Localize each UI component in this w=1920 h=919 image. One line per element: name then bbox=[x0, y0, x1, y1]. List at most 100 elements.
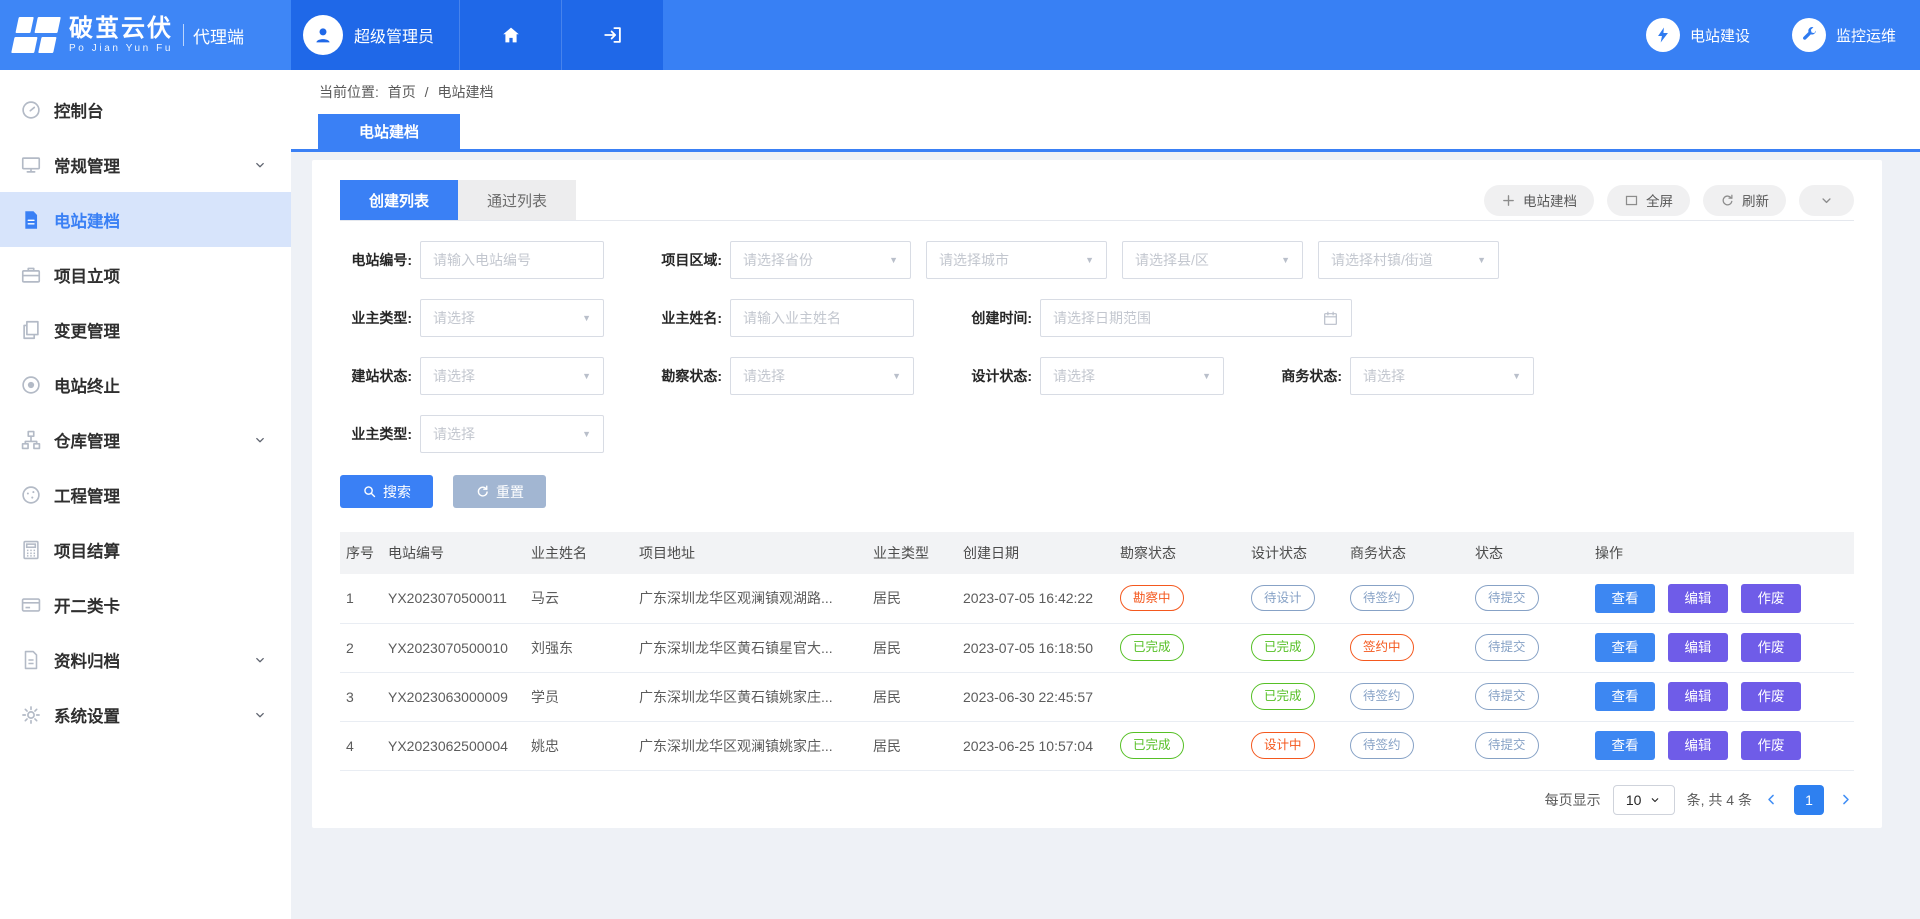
sidebar-item-data-archive[interactable]: 资料归档 bbox=[0, 632, 291, 687]
design-status-select[interactable]: 请选择▼ bbox=[1040, 357, 1224, 395]
view-button[interactable]: 查看 bbox=[1595, 633, 1655, 662]
view-button[interactable]: 查看 bbox=[1595, 731, 1655, 760]
filter-group: 设计状态:请选择▼ bbox=[960, 357, 1224, 395]
status-badge: 设计中 bbox=[1251, 732, 1315, 758]
logo: 破茧云伏 Po Jian Yun Fu 代理端 bbox=[0, 0, 291, 70]
view-button[interactable]: 查看 bbox=[1595, 682, 1655, 711]
void-button[interactable]: 作废 bbox=[1741, 731, 1801, 760]
topbar-action-monitor-ops[interactable]: 监控运维 bbox=[1792, 18, 1896, 52]
sidebar-item-station-archive[interactable]: 电站建档 bbox=[0, 192, 291, 247]
project-region-select-1[interactable]: 请选择省份▼ bbox=[730, 241, 911, 279]
filter-group: 项目区域:请选择省份▼请选择城市▼请选择县/区▼请选择村镇/街道▼ bbox=[650, 241, 1499, 279]
reset-button-label: 重置 bbox=[496, 482, 524, 502]
sidebar-item-label: 项目立项 bbox=[54, 263, 120, 287]
refresh-button[interactable]: 刷新 bbox=[1703, 185, 1786, 216]
status-badge: 已完成 bbox=[1120, 732, 1184, 758]
sidebar-item-station-termination[interactable]: 电站终止 bbox=[0, 357, 291, 412]
owner-type-select[interactable]: 请选择▼ bbox=[420, 299, 604, 337]
filter-row: 建站状态:请选择▼勘察状态:请选择▼设计状态:请选择▼商务状态:请选择▼ bbox=[340, 357, 1854, 395]
filter-group: 创建时间: 请选择日期范围 bbox=[960, 299, 1352, 337]
search-button[interactable]: 搜索 bbox=[340, 475, 433, 508]
add-station-button[interactable]: 电站建档 bbox=[1484, 185, 1594, 216]
sidebar-item-warehouse-management[interactable]: 仓库管理 bbox=[0, 412, 291, 467]
filter-group: 建站状态:请选择▼ bbox=[340, 357, 604, 395]
edit-button[interactable]: 编辑 bbox=[1668, 731, 1728, 760]
station-code-input[interactable] bbox=[420, 241, 604, 279]
user-menu[interactable]: 超级管理员 bbox=[291, 0, 459, 70]
owner-type-select-2[interactable]: 请选择▼ bbox=[420, 415, 604, 453]
cell-survey-status: 已完成 bbox=[1114, 721, 1245, 770]
sidebar-item-engineering-management[interactable]: 工程管理 bbox=[0, 467, 291, 522]
cell-project-address: 广东深圳龙华区黄石镇星官大... bbox=[633, 623, 867, 672]
next-page-button[interactable] bbox=[1838, 792, 1854, 808]
dropdown-arrow-icon: ▼ bbox=[1085, 255, 1094, 265]
sidebar-item-project-settlement[interactable]: 项目结算 bbox=[0, 522, 291, 577]
filter-group: 勘察状态:请选择▼ bbox=[650, 357, 914, 395]
home-button[interactable] bbox=[459, 0, 561, 70]
collapse-button[interactable] bbox=[1799, 185, 1854, 216]
sidebar-item-second-type-card[interactable]: 开二类卡 bbox=[0, 577, 291, 632]
sidebar-item-console[interactable]: 控制台 bbox=[0, 82, 291, 137]
cell-station-code: YX2023062500004 bbox=[382, 721, 525, 770]
filter-group: 业主姓名: bbox=[650, 299, 914, 337]
search-button-label: 搜索 bbox=[383, 482, 411, 502]
status-badge: 待提交 bbox=[1475, 634, 1539, 660]
prev-page-button[interactable] bbox=[1764, 792, 1780, 808]
survey-status-select[interactable]: 请选择▼ bbox=[730, 357, 914, 395]
breadcrumb-home[interactable]: 首页 bbox=[388, 84, 416, 100]
create-time-range-label: 创建时间: bbox=[960, 308, 1032, 328]
per-page-select[interactable]: 10 bbox=[1613, 785, 1675, 815]
topbar: 破茧云伏 Po Jian Yun Fu 代理端 超级管理员 电站建设 监控运维 bbox=[0, 0, 1920, 70]
cell-owner-type: 居民 bbox=[867, 721, 957, 770]
status-badge: 待签约 bbox=[1350, 732, 1414, 758]
cell-actions: 查看编辑作废 bbox=[1589, 721, 1854, 770]
void-button[interactable]: 作废 bbox=[1741, 584, 1801, 613]
edit-button[interactable]: 编辑 bbox=[1668, 584, 1728, 613]
project-region-select-3[interactable]: 请选择县/区▼ bbox=[1122, 241, 1303, 279]
build-status-select[interactable]: 请选择▼ bbox=[420, 357, 604, 395]
page-1-button[interactable]: 1 bbox=[1794, 785, 1824, 815]
tab-create-list[interactable]: 创建列表 bbox=[340, 180, 458, 220]
filter-group: 电站编号: bbox=[340, 241, 604, 279]
monitor-ops-icon-circle bbox=[1792, 18, 1826, 52]
cell-project-address: 广东深圳龙华区黄石镇姚家庄... bbox=[633, 672, 867, 721]
create-time-range[interactable]: 请选择日期范围 bbox=[1040, 299, 1352, 337]
chevron-left-icon bbox=[1764, 792, 1779, 807]
logout-icon bbox=[602, 24, 624, 46]
status-badge: 待提交 bbox=[1475, 683, 1539, 709]
cell-business-status: 签约中 bbox=[1344, 623, 1469, 672]
panel-header: 创建列表通过列表 电站建档全屏刷新 bbox=[340, 180, 1854, 221]
cell-owner-type: 居民 bbox=[867, 574, 957, 623]
sidebar-item-change-management[interactable]: 变更管理 bbox=[0, 302, 291, 357]
copy-icon bbox=[20, 319, 42, 341]
void-button[interactable]: 作废 bbox=[1741, 633, 1801, 662]
fullscreen-button[interactable]: 全屏 bbox=[1607, 185, 1690, 216]
cell-created-date: 2023-07-05 16:42:22 bbox=[957, 574, 1114, 623]
column-header: 序号 bbox=[340, 532, 382, 574]
edit-button[interactable]: 编辑 bbox=[1668, 633, 1728, 662]
project-region-select-2[interactable]: 请选择城市▼ bbox=[926, 241, 1107, 279]
topbar-action-station-build[interactable]: 电站建设 bbox=[1646, 18, 1750, 52]
sidebar-item-general-management[interactable]: 常规管理 bbox=[0, 137, 291, 192]
edit-button[interactable]: 编辑 bbox=[1668, 682, 1728, 711]
sidebar-item-project-initiation[interactable]: 项目立项 bbox=[0, 247, 291, 302]
sidebar-item-system-settings[interactable]: 系统设置 bbox=[0, 687, 291, 742]
gear-icon bbox=[20, 704, 42, 726]
portal-divider bbox=[183, 24, 184, 46]
project-region-select-4[interactable]: 请选择村镇/街道▼ bbox=[1318, 241, 1499, 279]
sidebar-item-label: 常规管理 bbox=[54, 153, 120, 177]
dropdown-arrow-icon: ▼ bbox=[892, 371, 901, 381]
tab-passed-list[interactable]: 通过列表 bbox=[458, 180, 576, 220]
business-status-select[interactable]: 请选择▼ bbox=[1350, 357, 1534, 395]
column-header: 状态 bbox=[1469, 532, 1589, 574]
void-button[interactable]: 作废 bbox=[1741, 682, 1801, 711]
cell-owner-name: 姚忠 bbox=[525, 721, 633, 770]
view-button[interactable]: 查看 bbox=[1595, 584, 1655, 613]
status-badge: 待签约 bbox=[1350, 585, 1414, 611]
page-tab[interactable]: 电站建档 bbox=[318, 114, 460, 149]
cell-created-date: 2023-06-30 22:45:57 bbox=[957, 672, 1114, 721]
reset-button[interactable]: 重置 bbox=[453, 475, 546, 508]
content-body: 创建列表通过列表 电站建档全屏刷新 电站编号:项目区域:请选择省份▼请选择城市▼… bbox=[291, 152, 1920, 919]
owner-name-input[interactable] bbox=[730, 299, 914, 337]
logout-button[interactable] bbox=[561, 0, 663, 70]
